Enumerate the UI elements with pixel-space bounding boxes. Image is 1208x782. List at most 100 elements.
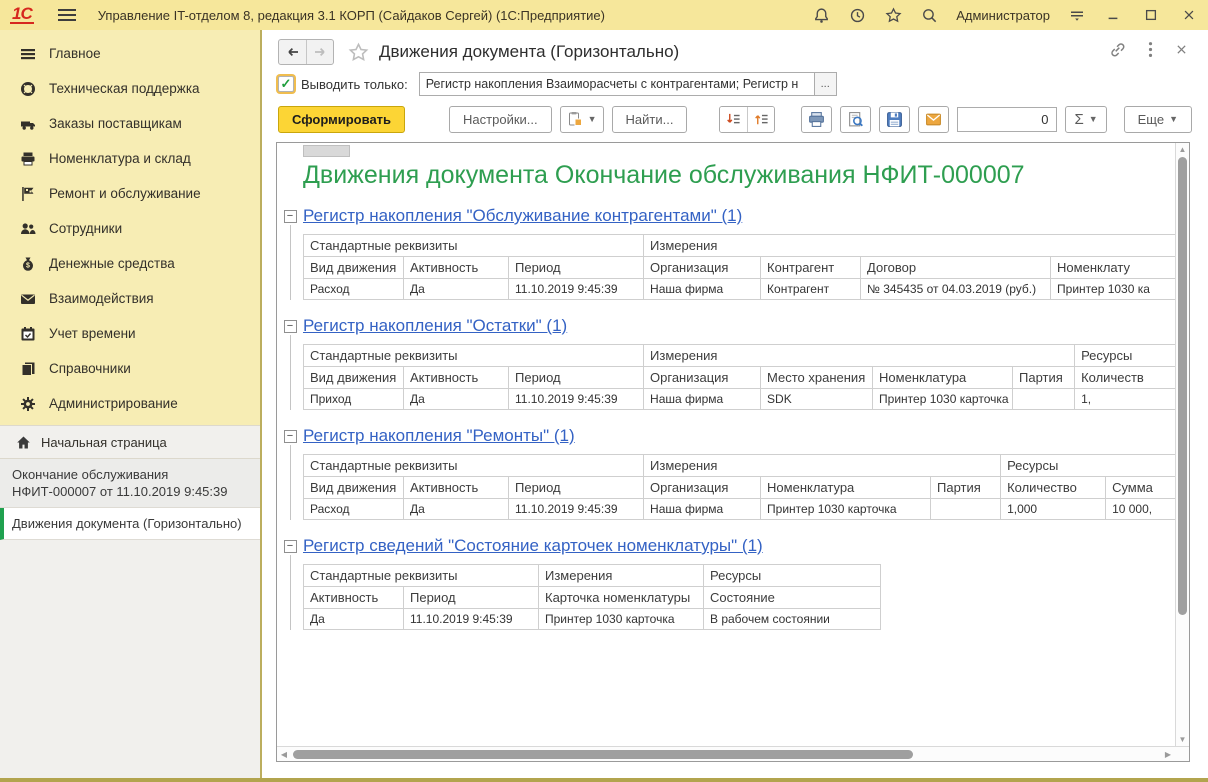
group-tree-line bbox=[290, 335, 291, 410]
generate-button[interactable]: Сформировать bbox=[278, 106, 405, 133]
choose-registers-button[interactable]: ... bbox=[815, 72, 837, 96]
print-button[interactable] bbox=[801, 106, 832, 133]
close-form-icon[interactable] bbox=[1175, 43, 1188, 61]
open-windows-list: Окончание обслуживания НФИТ-000007 от 11… bbox=[0, 459, 260, 540]
register-link[interactable]: Регистр накопления "Остатки" (1) bbox=[303, 314, 567, 338]
column-header: Партия bbox=[931, 477, 1001, 499]
save-button[interactable] bbox=[879, 106, 910, 133]
favorite-star-icon[interactable] bbox=[348, 42, 369, 63]
send-email-button[interactable] bbox=[918, 106, 949, 133]
history-icon[interactable] bbox=[848, 6, 866, 24]
vertical-scroll-thumb[interactable] bbox=[1178, 157, 1187, 615]
horizontal-scrollbar[interactable]: ◀ ▶ bbox=[277, 746, 1189, 761]
column-header: Номенклатура bbox=[761, 477, 931, 499]
report-viewport: Движения документа Окончание обслуживани… bbox=[276, 142, 1190, 762]
service-menu-icon[interactable] bbox=[1068, 6, 1086, 24]
sidebar-item-directories[interactable]: Справочники bbox=[0, 351, 260, 386]
sidebar-item-interactions[interactable]: Взаимодействия bbox=[0, 281, 260, 316]
report-title: Движения документа Окончание обслуживани… bbox=[303, 161, 1175, 190]
column-header: Сумма bbox=[1106, 477, 1175, 499]
scroll-up-arrow[interactable]: ▲ bbox=[1176, 145, 1189, 154]
collapse-group-button[interactable]: − bbox=[284, 320, 297, 333]
main-menu-icon[interactable] bbox=[58, 9, 76, 21]
collapse-group-button[interactable]: − bbox=[284, 210, 297, 223]
column-header: Место хранения bbox=[761, 367, 873, 389]
sidebar-item-home-page[interactable]: Начальная страница bbox=[0, 425, 260, 459]
table-cell: Приход bbox=[304, 389, 404, 410]
show-only-checkbox[interactable]: ✓ bbox=[278, 76, 294, 92]
people-icon bbox=[20, 221, 36, 237]
truck-icon bbox=[20, 116, 36, 132]
column-header: Организация bbox=[644, 367, 761, 389]
sum-button[interactable]: Σ▼ bbox=[1065, 106, 1106, 133]
more-actions-kebab-icon[interactable] bbox=[1148, 41, 1153, 63]
register-link[interactable]: Регистр сведений "Состояние карточек ном… bbox=[303, 534, 763, 558]
collapse-groups-button[interactable] bbox=[747, 107, 774, 132]
column-header: Состояние bbox=[704, 587, 881, 609]
table-cell: Да bbox=[304, 609, 404, 630]
report-variant-button[interactable]: ▼ bbox=[560, 106, 604, 133]
notifications-bell-icon[interactable] bbox=[812, 6, 830, 24]
sidebar-item-employees[interactable]: Сотрудники bbox=[0, 211, 260, 246]
close-window-button[interactable] bbox=[1180, 6, 1198, 24]
register-table: Стандартные реквизитыИзмеренияРесурсыВид… bbox=[303, 454, 1175, 520]
scroll-down-arrow[interactable]: ▼ bbox=[1176, 735, 1189, 744]
minimize-button[interactable] bbox=[1104, 6, 1122, 24]
find-button[interactable]: Найти... bbox=[612, 106, 688, 133]
back-button[interactable] bbox=[279, 40, 306, 64]
column-header: Период bbox=[404, 587, 539, 609]
table-cell: 1, bbox=[1075, 389, 1175, 410]
more-button[interactable]: Еще▼ bbox=[1124, 106, 1192, 133]
report-section: −Регистр накопления "Обслуживание контра… bbox=[277, 204, 1175, 300]
register-table: Стандартные реквизитыИзмеренияВид движен… bbox=[303, 234, 1175, 300]
column-group-header: Ресурсы bbox=[704, 565, 881, 587]
window-tab-movements[interactable]: Движения документа (Горизонтально) bbox=[0, 508, 260, 540]
table-cell: В рабочем состоянии bbox=[704, 609, 881, 630]
table-cell: 11.10.2019 9:45:39 bbox=[509, 499, 644, 520]
register-link[interactable]: Регистр накопления "Обслуживание контраг… bbox=[303, 204, 742, 228]
autosum-field[interactable] bbox=[957, 107, 1057, 132]
sidebar-item-nomenclature[interactable]: Номенклатура и склад bbox=[0, 141, 260, 176]
table-cell: Расход bbox=[304, 279, 404, 300]
sidebar-item-repair-service[interactable]: Ремонт и обслуживание bbox=[0, 176, 260, 211]
search-icon[interactable] bbox=[920, 6, 938, 24]
column-header: Вид движения bbox=[304, 477, 404, 499]
preview-icon bbox=[847, 111, 864, 128]
sidebar-item-administration[interactable]: Администрирование bbox=[0, 386, 260, 421]
group-tree-line bbox=[290, 225, 291, 300]
favorites-star-icon[interactable] bbox=[884, 6, 902, 24]
sidebar-item-time-tracking[interactable]: Учет времени bbox=[0, 316, 260, 351]
table-cell: Да bbox=[404, 499, 509, 520]
collapse-group-button[interactable]: − bbox=[284, 540, 297, 553]
spreadsheet-content: Движения документа Окончание обслуживани… bbox=[277, 143, 1175, 746]
table-cell: № 345435 от 04.03.2019 (руб.) bbox=[861, 279, 1051, 300]
app-title: Управление IT-отделом 8, редакция 3.1 КО… bbox=[98, 8, 804, 23]
vertical-scrollbar[interactable]: ▲ ▼ bbox=[1175, 143, 1189, 746]
column-group-header: Измерения bbox=[539, 565, 704, 587]
registers-filter-input[interactable] bbox=[419, 72, 815, 96]
maximize-button[interactable] bbox=[1142, 6, 1160, 24]
table-cell: 11.10.2019 9:45:39 bbox=[509, 279, 644, 300]
sidebar-item-glavnoe[interactable]: Главное bbox=[0, 36, 260, 71]
menu-icon bbox=[20, 46, 36, 62]
forward-button[interactable] bbox=[306, 40, 333, 64]
scroll-right-arrow[interactable]: ▶ bbox=[1161, 750, 1175, 759]
sidebar-item-money[interactable]: $ Денежные средства bbox=[0, 246, 260, 281]
expand-groups-button[interactable] bbox=[720, 107, 747, 132]
horizontal-scroll-thumb[interactable] bbox=[293, 750, 913, 759]
scroll-left-arrow[interactable]: ◀ bbox=[277, 750, 291, 759]
window-tab-document[interactable]: Окончание обслуживания НФИТ-000007 от 11… bbox=[0, 459, 260, 508]
sidebar-item-tech-support[interactable]: Техническая поддержка bbox=[0, 71, 260, 106]
preview-button[interactable] bbox=[840, 106, 871, 133]
sidebar-item-supplier-orders[interactable]: Заказы поставщикам bbox=[0, 106, 260, 141]
column-group-header: Стандартные реквизиты bbox=[304, 565, 539, 587]
current-user[interactable]: Администратор bbox=[956, 8, 1050, 23]
settings-button[interactable]: Настройки... bbox=[449, 106, 552, 133]
register-link[interactable]: Регистр накопления "Ремонты" (1) bbox=[303, 424, 575, 448]
envelope-icon bbox=[20, 291, 36, 307]
get-link-icon[interactable] bbox=[1109, 41, 1126, 63]
main-area: Движения документа (Горизонтально) ✓ Выв… bbox=[262, 30, 1208, 778]
collapse-group-button[interactable]: − bbox=[284, 430, 297, 443]
column-header: Количество bbox=[1001, 477, 1106, 499]
register-table: Стандартные реквизитыИзмеренияРесурсыАкт… bbox=[303, 564, 881, 630]
